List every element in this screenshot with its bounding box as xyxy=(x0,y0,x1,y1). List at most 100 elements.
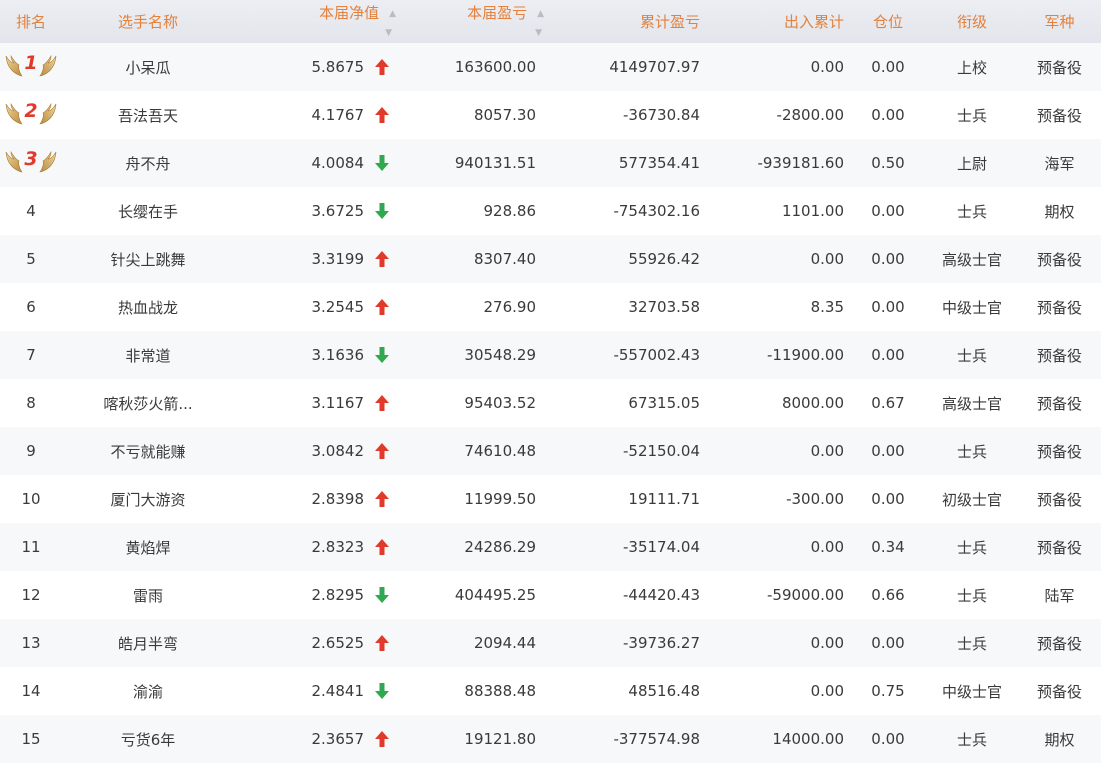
flow-value: 0.00 xyxy=(810,634,844,652)
table-row[interactable]: 9 不亏就能赚 3.0842 74610.48 -52150.04 0.00 0… xyxy=(0,427,1101,475)
nav-cell: 3.2545 xyxy=(234,283,396,331)
table-row[interactable]: 14 渝渝 2.4841 88388.48 48516.48 0.00 0.75… xyxy=(0,667,1101,715)
nav-cell: 3.3199 xyxy=(234,235,396,283)
table-row[interactable]: 6 热血战龙 3.2545 276.90 32703.58 8.35 0.00 … xyxy=(0,283,1101,331)
pnl-value: 2094.44 xyxy=(473,634,536,652)
rank-cell: 7 xyxy=(0,331,62,379)
table-row[interactable]: 1 小呆瓜 5.8675 163600.00 4149707.97 0.00 0… xyxy=(0,43,1101,91)
position-value: 0.00 xyxy=(871,58,905,76)
position-value: 0.75 xyxy=(871,682,905,700)
player-name[interactable]: 亏货6年 xyxy=(62,715,234,763)
pnl-value: 8307.40 xyxy=(473,250,536,268)
header-pnl[interactable]: 本届盈亏 ▲ ▼ xyxy=(396,0,544,43)
header-nav[interactable]: 本届净值 ▲ ▼ xyxy=(234,0,396,43)
rank-number: 14 xyxy=(21,682,41,700)
table-row[interactable]: 4 长缨在手 3.6725 928.86 -754302.16 1101.00 … xyxy=(0,187,1101,235)
arrow-down-icon xyxy=(372,203,392,219)
player-name[interactable]: 不亏就能赚 xyxy=(62,427,234,475)
rank-number: 15 xyxy=(21,730,41,748)
position-value: 0.34 xyxy=(871,538,905,556)
nav-value: 3.1636 xyxy=(311,346,365,364)
rank-cell: 10 xyxy=(0,475,62,523)
rank-number: 8 xyxy=(26,394,36,412)
pnl-value: 88388.48 xyxy=(464,682,536,700)
table-row[interactable]: 5 针尖上跳舞 3.3199 8307.40 55926.42 0.00 0.0… xyxy=(0,235,1101,283)
player-name[interactable]: 吾法吾天 xyxy=(62,91,234,139)
branch-value: 预备役 xyxy=(1036,394,1082,413)
nav-value: 5.8675 xyxy=(311,58,365,76)
rank-title: 高级士官 xyxy=(941,394,1002,413)
arrow-up-icon xyxy=(372,539,392,555)
nav-value: 3.1167 xyxy=(311,394,365,412)
player-name[interactable]: 针尖上跳舞 xyxy=(62,235,234,283)
nav-value: 2.4841 xyxy=(311,682,365,700)
table-row[interactable]: 2 吾法吾天 4.1767 8057.30 -36730.84 -2800.00… xyxy=(0,91,1101,139)
position-value: 0.00 xyxy=(871,634,905,652)
rank-number: 5 xyxy=(26,250,36,268)
header-flow: 出入累计 xyxy=(783,13,844,31)
branch-value: 预备役 xyxy=(1036,538,1082,557)
table-row[interactable]: 10 厦门大游资 2.8398 11999.50 19111.71 -300.0… xyxy=(0,475,1101,523)
player-name[interactable]: 小呆瓜 xyxy=(62,43,234,91)
flow-value: 8.35 xyxy=(810,298,844,316)
branch-value: 预备役 xyxy=(1036,346,1082,365)
flow-value: -59000.00 xyxy=(767,586,844,604)
flow-value: 1101.00 xyxy=(781,202,844,220)
position-value: 0.50 xyxy=(871,154,905,172)
table-row[interactable]: 12 雷雨 2.8295 404495.25 -44420.43 -59000.… xyxy=(0,571,1101,619)
rank-cell: 2 xyxy=(0,91,62,139)
pnl-value: 11999.50 xyxy=(464,490,536,508)
player-name[interactable]: 非常道 xyxy=(62,331,234,379)
header-branch: 军种 xyxy=(1044,13,1075,31)
arrow-down-icon xyxy=(372,155,392,171)
table-row[interactable]: 11 黄焰焊 2.8323 24286.29 -35174.04 0.00 0.… xyxy=(0,523,1101,571)
nav-cell: 2.8398 xyxy=(234,475,396,523)
cum-pnl-value: -35174.04 xyxy=(623,538,700,556)
arrow-down-icon xyxy=(372,683,392,699)
rank-cell: 11 xyxy=(0,523,62,571)
flow-value: 0.00 xyxy=(810,442,844,460)
cum-pnl-value: 32703.58 xyxy=(628,298,700,316)
arrow-down-icon xyxy=(372,347,392,363)
rank-title: 士兵 xyxy=(956,106,987,125)
player-name[interactable]: 渝渝 xyxy=(62,667,234,715)
position-value: 0.66 xyxy=(871,586,905,604)
table-row[interactable]: 13 皓月半弯 2.6525 2094.44 -39736.27 0.00 0.… xyxy=(0,619,1101,667)
leaderboard: 排名 选手名称 本届净值 ▲ ▼ 本届盈亏 ▲ ▼ 累计盈亏 出入累计 仓位 衔级 军种… xyxy=(0,0,1101,763)
player-name[interactable]: 厦门大游资 xyxy=(62,475,234,523)
nav-cell: 4.1767 xyxy=(234,91,396,139)
nav-cell: 2.6525 xyxy=(234,619,396,667)
sort-icon[interactable]: ▲ ▼ xyxy=(385,9,396,38)
arrow-up-icon xyxy=(372,59,392,75)
table-row[interactable]: 3 舟不舟 4.0084 940131.51 577354.41 -939181… xyxy=(0,139,1101,187)
player-name[interactable]: 长缨在手 xyxy=(62,187,234,235)
rank-title: 中级士官 xyxy=(941,682,1002,701)
rank-title: 士兵 xyxy=(956,442,987,461)
rank-number: 4 xyxy=(26,202,36,220)
cum-pnl-value: 19111.71 xyxy=(628,490,700,508)
header-title: 衔级 xyxy=(956,13,987,31)
pnl-value: 163600.00 xyxy=(454,58,536,76)
rank-title: 高级士官 xyxy=(941,250,1002,269)
player-name[interactable]: 舟不舟 xyxy=(62,139,234,187)
rank-cell: 4 xyxy=(0,187,62,235)
player-name[interactable]: 热血战龙 xyxy=(62,283,234,331)
position-value: 0.00 xyxy=(871,106,905,124)
player-name[interactable]: 皓月半弯 xyxy=(62,619,234,667)
player-name[interactable]: 雷雨 xyxy=(62,571,234,619)
player-name[interactable]: 黄焰焊 xyxy=(62,523,234,571)
cum-pnl-value: 48516.48 xyxy=(628,682,700,700)
sort-icon[interactable]: ▲ ▼ xyxy=(535,9,544,38)
table-row[interactable]: 7 非常道 3.1636 30548.29 -557002.43 -11900.… xyxy=(0,331,1101,379)
rank-title: 中级士官 xyxy=(941,298,1002,317)
nav-cell: 2.8295 xyxy=(234,571,396,619)
cum-pnl-value: -36730.84 xyxy=(623,106,700,124)
rank-title: 士兵 xyxy=(956,634,987,653)
nav-cell: 3.6725 xyxy=(234,187,396,235)
player-name[interactable]: 喀秋莎火箭... xyxy=(62,379,234,427)
rank-title: 士兵 xyxy=(956,538,987,557)
pnl-value: 940131.51 xyxy=(454,154,536,172)
table-row[interactable]: 8 喀秋莎火箭... 3.1167 95403.52 67315.05 8000… xyxy=(0,379,1101,427)
table-row[interactable]: 15 亏货6年 2.3657 19121.80 -377574.98 14000… xyxy=(0,715,1101,763)
branch-value: 预备役 xyxy=(1036,682,1082,701)
